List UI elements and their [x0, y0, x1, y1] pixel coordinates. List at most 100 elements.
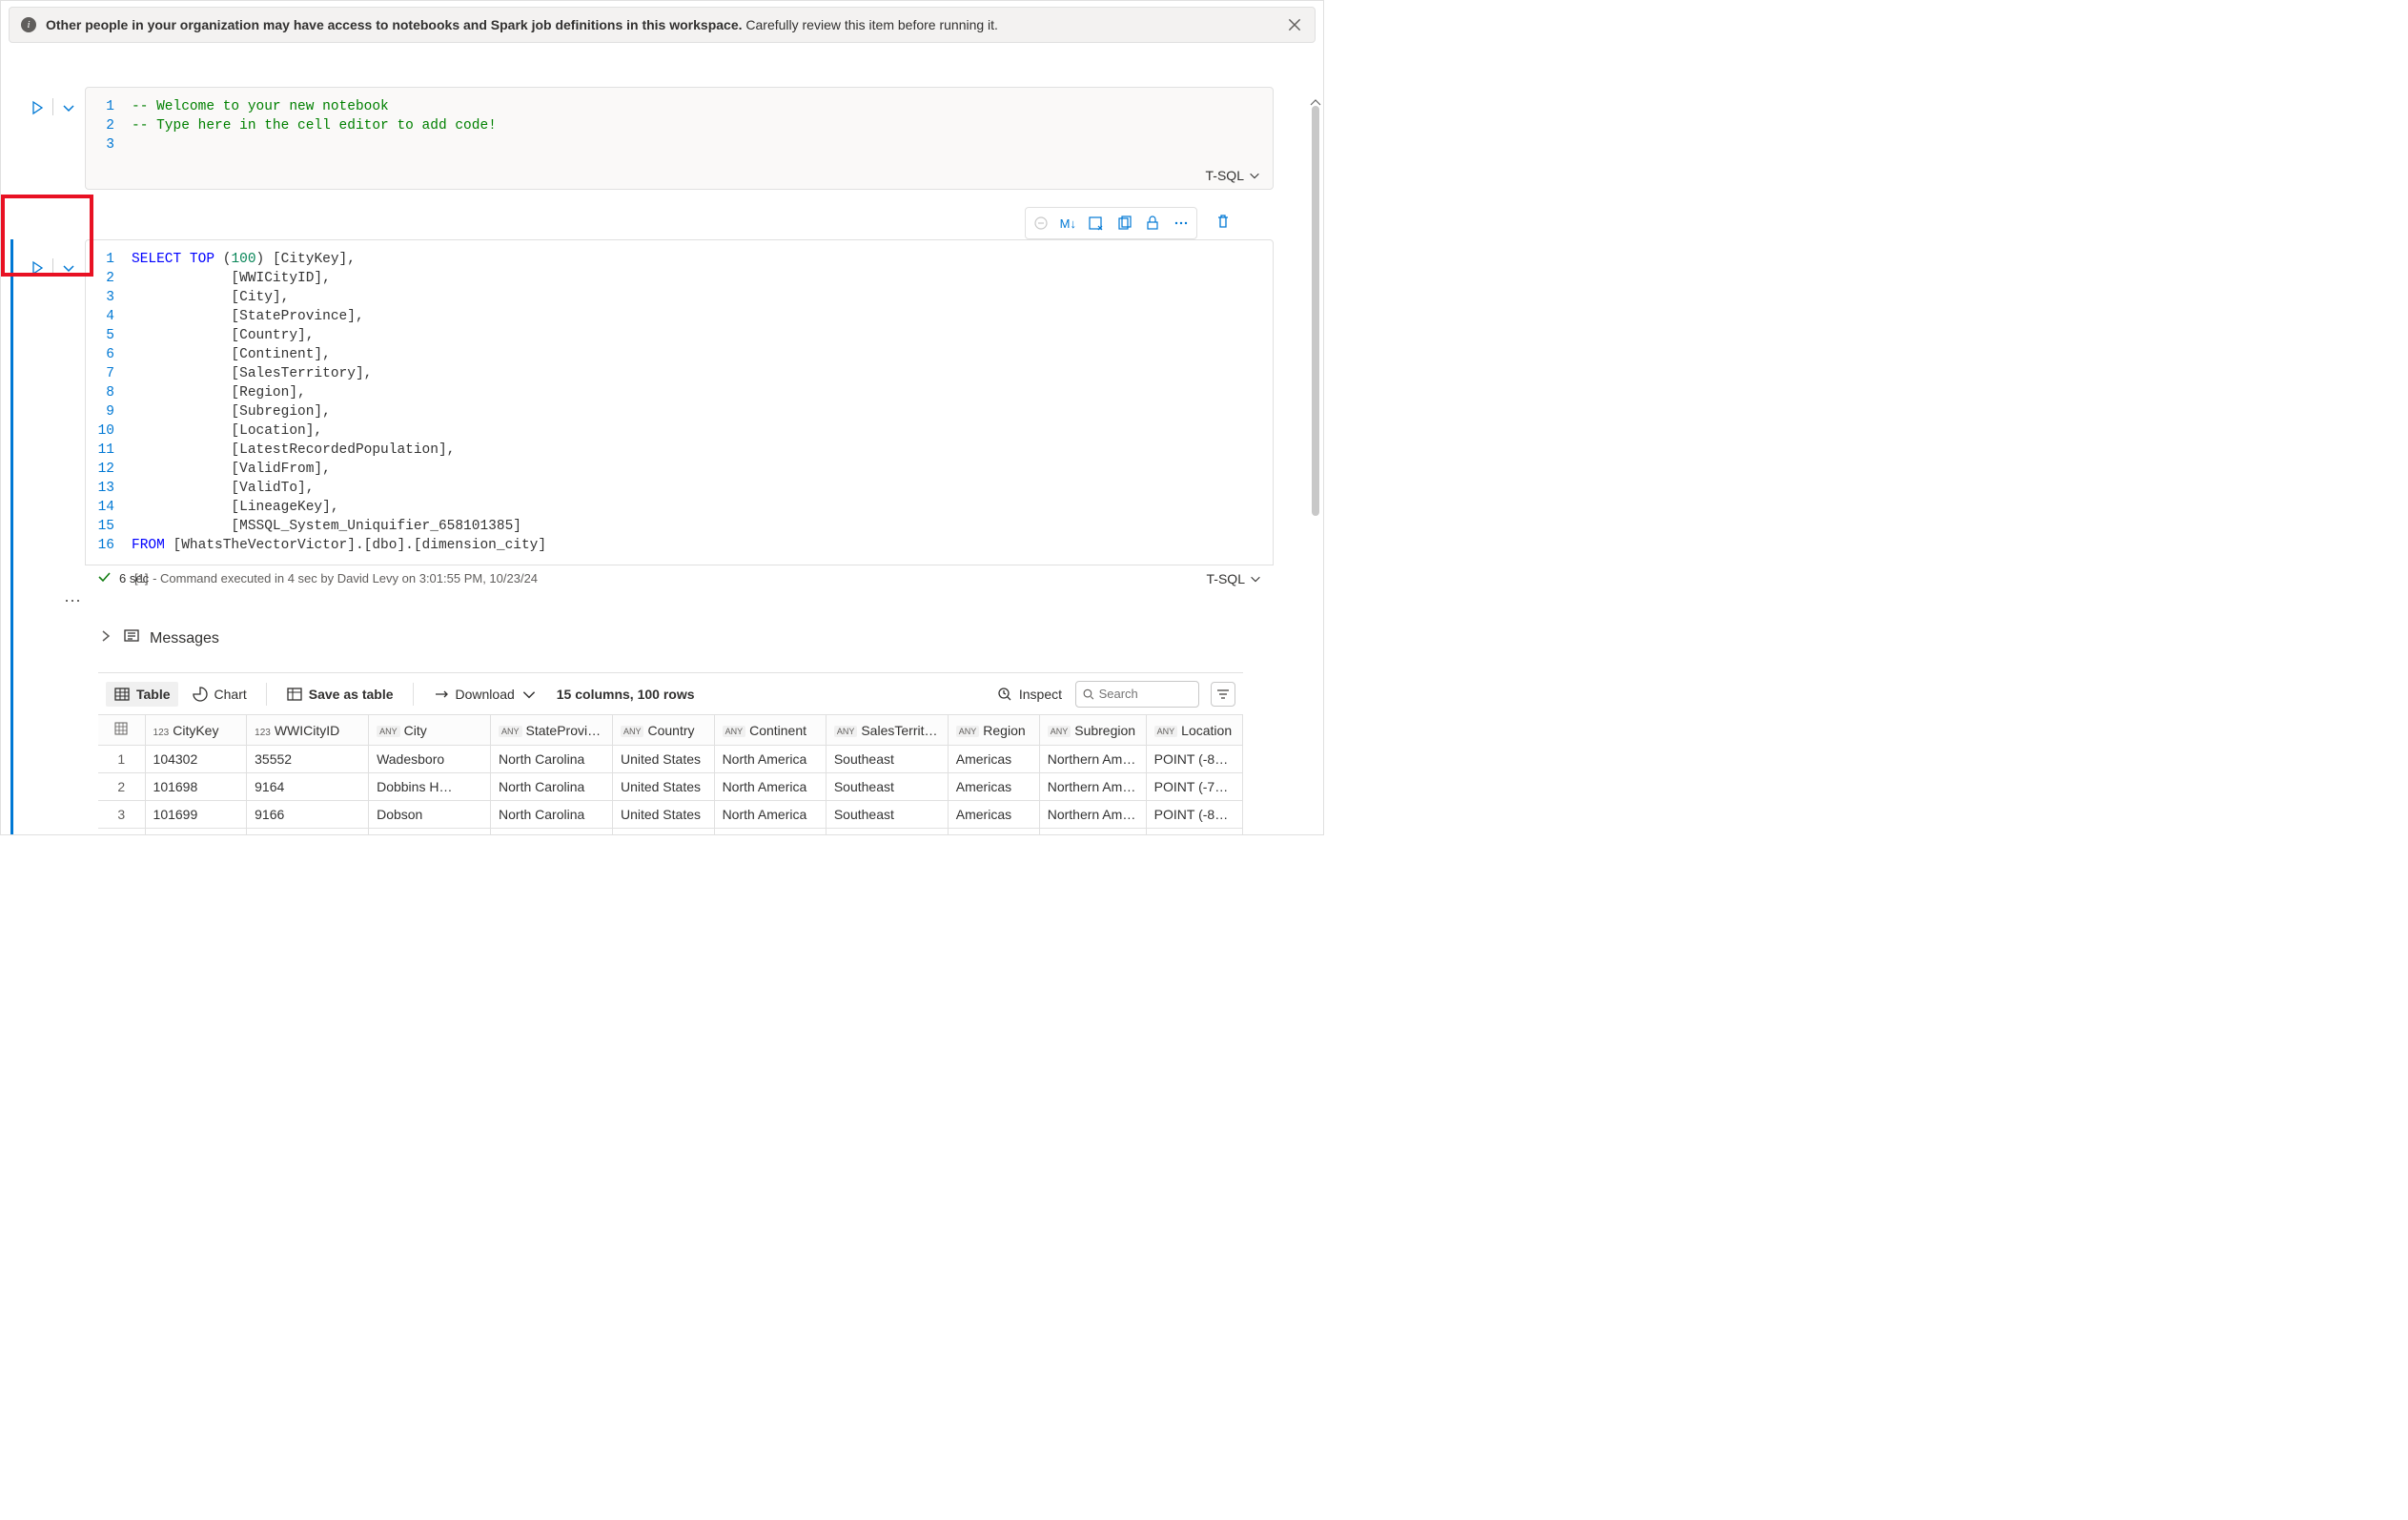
row-index: 4	[98, 829, 145, 835]
execution-status: [1] 6 sec - Command executed in 4 sec by…	[85, 565, 1274, 591]
column-header[interactable]: 123WWICityID	[247, 715, 369, 746]
table-icon	[113, 686, 131, 703]
table-cell: Northern Amer…	[1039, 829, 1146, 835]
table-header-row: 123CityKey123WWICityIDANYCityANYStatePro…	[98, 715, 1243, 746]
table-cell: Dortches	[369, 829, 491, 835]
column-header[interactable]: ANYCountry	[612, 715, 714, 746]
inspect-button[interactable]: Inspect	[989, 682, 1070, 707]
column-header[interactable]: ANYSalesTerritory	[826, 715, 948, 746]
toolbar-clear-button[interactable]	[1082, 210, 1109, 236]
table-cell: Northern Amer…	[1039, 773, 1146, 801]
download-button[interactable]: Download	[425, 682, 545, 707]
column-header[interactable]: ANYContinent	[714, 715, 826, 746]
toolbar-lock-button[interactable]	[1139, 210, 1166, 236]
save-as-table-label: Save as table	[309, 687, 394, 702]
search-input[interactable]	[1099, 687, 1193, 701]
table-cell: United States	[612, 746, 714, 773]
run-cell-button[interactable]	[28, 258, 47, 277]
cell-1-body[interactable]: 1-- Welcome to your new notebook2-- Type…	[85, 87, 1274, 190]
banner-close-button[interactable]	[1286, 16, 1303, 33]
table-row[interactable]: 41017009277DortchesNorth CarolinaUnited …	[98, 829, 1243, 835]
table-row[interactable]: 31016999166DobsonNorth CarolinaUnited St…	[98, 801, 1243, 829]
cell-2-code[interactable]: 1SELECT TOP (100) [CityKey],2 [WWICityID…	[86, 240, 1273, 565]
code-line: 5 [Country],	[86, 326, 1273, 345]
table-row[interactable]: 110430235552WadesboroNorth CarolinaUnite…	[98, 746, 1243, 773]
table-cell: 9166	[247, 801, 369, 829]
scroll-up-arrow[interactable]	[1310, 94, 1321, 104]
code-line: 12 [ValidFrom],	[86, 460, 1273, 479]
table-cell: Dobbins H…	[369, 773, 491, 801]
cell-1-code[interactable]: 1-- Welcome to your new notebook2-- Type…	[86, 88, 1273, 164]
view-chart-button[interactable]: Chart	[184, 682, 255, 707]
cell-menu-button[interactable]	[59, 98, 78, 117]
table-cell: Southeast	[826, 746, 948, 773]
toolbar-markdown-button[interactable]: M↓	[1056, 216, 1080, 231]
table-corner-cell[interactable]	[98, 715, 145, 746]
code-line: 15 [MSSQL_System_Uniquifier_658101385]	[86, 517, 1273, 536]
save-as-table-button[interactable]: Save as table	[278, 682, 401, 707]
inspect-icon	[996, 686, 1013, 703]
table-cell: Northern Amer…	[1039, 801, 1146, 829]
table-cell: North Carolina	[491, 773, 613, 801]
table-cell: 104302	[145, 746, 247, 773]
table-cell: POINT (-77.85.	[1146, 829, 1242, 835]
run-cell-button[interactable]	[28, 98, 47, 117]
table-cell: Americas	[948, 829, 1039, 835]
chevron-down-icon	[1249, 572, 1262, 585]
column-header[interactable]: ANYSubregion	[1039, 715, 1146, 746]
toolbar-copy-button[interactable]	[1111, 210, 1137, 236]
column-header[interactable]: ANYStateProvince	[491, 715, 613, 746]
more-dots[interactable]: ⋯	[64, 591, 83, 611]
cell-language-selector[interactable]: T-SQL	[1206, 168, 1261, 183]
code-line: 3	[86, 135, 1273, 154]
download-icon	[433, 686, 450, 703]
table-cell: POINT (-80.07.	[1146, 746, 1242, 773]
scrollbar-thumb[interactable]	[1312, 106, 1319, 516]
info-icon: i	[21, 17, 36, 32]
table-cell: POINT (-79.69.	[1146, 773, 1242, 801]
table-cell: 9164	[247, 773, 369, 801]
messages-label: Messages	[150, 630, 219, 647]
execution-detail: - Command executed in 4 sec by David Lev…	[153, 571, 538, 585]
cell-2-body[interactable]: 1SELECT TOP (100) [CityKey],2 [WWICityID…	[85, 239, 1274, 565]
code-line: 16FROM [WhatsTheVectorVictor].[dbo].[dim…	[86, 536, 1273, 555]
table-cell: North America	[714, 829, 826, 835]
table-cell: Northern Amer…	[1039, 746, 1146, 773]
code-line: 11 [LatestRecordedPopulation],	[86, 441, 1273, 460]
messages-section[interactable]: Messages	[98, 627, 1274, 649]
cell-toolbar: M↓	[1025, 207, 1197, 239]
results-summary: 15 columns, 100 rows	[557, 687, 695, 702]
table-cell: POINT (-80.72.	[1146, 801, 1242, 829]
table-cell: Southeast	[826, 801, 948, 829]
toolbar-more-button[interactable]	[1168, 210, 1194, 236]
code-line: 1-- Welcome to your new notebook	[86, 97, 1273, 116]
column-header[interactable]: ANYRegion	[948, 715, 1039, 746]
delete-cell-button[interactable]	[1213, 211, 1234, 232]
filter-icon	[1215, 687, 1231, 702]
column-header[interactable]: ANYLocation	[1146, 715, 1242, 746]
table-row[interactable]: 21016989164Dobbins H…North CarolinaUnite…	[98, 773, 1243, 801]
column-header[interactable]: 123CityKey	[145, 715, 247, 746]
banner-rest: Carefully review this item before runnin…	[743, 17, 998, 32]
cell-language-selector[interactable]: T-SQL	[1207, 571, 1262, 586]
view-table-button[interactable]: Table	[106, 682, 178, 707]
table-cell: North Carolina	[491, 801, 613, 829]
code-line: 6 [Continent],	[86, 345, 1273, 364]
toolbar-disabled-button	[1028, 210, 1054, 236]
table-cell: 9277	[247, 829, 369, 835]
results-panel: Table Chart Save as table Download	[98, 672, 1243, 834]
table-cell: Dobson	[369, 801, 491, 829]
chevron-down-icon	[1248, 169, 1261, 182]
search-box[interactable]	[1075, 681, 1199, 708]
table-cell: United States	[612, 801, 714, 829]
chevron-right-icon	[98, 628, 113, 648]
filter-button[interactable]	[1211, 682, 1235, 707]
cell-menu-button[interactable]	[59, 258, 78, 277]
table-cell: North Carolina	[491, 829, 613, 835]
table-cell: North America	[714, 801, 826, 829]
results-table: 123CityKey123WWICityIDANYCityANYStatePro…	[98, 715, 1243, 834]
code-line: 7 [SalesTerritory],	[86, 364, 1273, 383]
notebook-area: 1-- Welcome to your new notebook2-- Type…	[1, 49, 1323, 834]
column-header[interactable]: ANYCity	[369, 715, 491, 746]
code-line: 4 [StateProvince],	[86, 307, 1273, 326]
